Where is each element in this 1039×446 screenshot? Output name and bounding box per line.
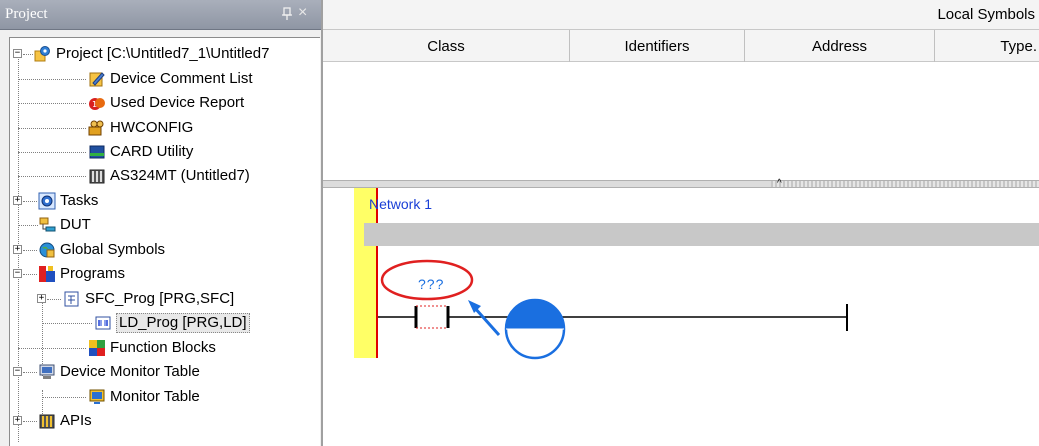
tree-connector <box>18 348 86 349</box>
contact-placeholder[interactable]: ??? <box>418 276 444 292</box>
tree-connector <box>23 250 37 251</box>
tree-item-label: SFC_Prog [PRG,SFC] <box>85 290 235 307</box>
svg-text:1: 1 <box>92 100 97 109</box>
tree-item-label: Monitor Table <box>110 388 200 405</box>
tree-item-label: Used Device Report <box>110 94 245 111</box>
collapse-device-monitor-button[interactable]: − <box>13 367 22 376</box>
local-symbols-title: Local Symbols <box>937 6 1035 23</box>
tree-connector <box>18 176 86 177</box>
tree-connector <box>18 128 86 129</box>
tree-connector <box>42 397 86 398</box>
tree-item-label: Device Comment List <box>110 70 253 87</box>
tree-item-device-monitor-table[interactable]: Device Monitor Table <box>38 360 200 384</box>
close-icon[interactable]: × <box>298 4 307 22</box>
tree-item-label: HWCONFIG <box>110 119 194 136</box>
ld-program-icon <box>95 316 111 330</box>
tree-item-tasks[interactable]: Tasks <box>38 189 98 213</box>
programs-icon <box>39 266 55 282</box>
plc-icon <box>89 169 105 184</box>
tree-connector <box>18 152 86 153</box>
function-blocks-icon <box>89 340 105 356</box>
tree-connector <box>18 103 86 104</box>
local-symbols-title-bar: Local Symbols <box>323 0 1039 30</box>
local-symbols-column-headers: Class Identifiers Address Type. <box>323 30 1039 62</box>
tree-item-project[interactable]: Project [C:\Untitled7_1\Untitled7 <box>34 42 269 66</box>
project-panel-title: Project <box>5 6 48 22</box>
mouse-left-click-icon <box>504 298 566 360</box>
tree-item-label: Global Symbols <box>60 241 166 258</box>
horizontal-scrollbar[interactable]: ^ <box>323 178 1039 189</box>
tree-item-label: DUT <box>60 216 91 233</box>
tree-item-label: Tasks <box>60 192 99 209</box>
column-header-identifiers[interactable]: Identifiers <box>570 30 745 62</box>
column-header-class[interactable]: Class <box>323 30 570 62</box>
tree-connector <box>18 225 38 226</box>
expand-tasks-button[interactable]: + <box>13 196 22 205</box>
collapse-project-button[interactable]: − <box>13 49 22 58</box>
device-report-icon: 1 <box>89 98 105 110</box>
tree-item-label: AS324MT (Untitled7) <box>110 167 250 184</box>
project-gear-icon <box>34 46 50 62</box>
scrollbar-thumb[interactable] <box>771 181 1039 187</box>
tree-item-as324mt[interactable]: AS324MT (Untitled7) <box>88 164 250 188</box>
tree-connector <box>47 299 61 300</box>
device-monitor-icon <box>39 364 55 379</box>
dut-icon <box>39 217 56 232</box>
tree-connector <box>23 201 37 202</box>
tree-connector <box>42 323 92 324</box>
pin-icon[interactable] <box>280 6 294 22</box>
tree-connector <box>18 79 86 80</box>
project-tree: − + + − + − + Project [C:\Untitled7_1\Un… <box>9 37 320 446</box>
project-panel: Project × − + + − + − + Project [C:\Unti… <box>0 0 321 446</box>
tree-item-ld-prog[interactable]: LD_Prog [PRG,LD] <box>94 311 250 335</box>
tree-item-function-blocks[interactable]: Function Blocks <box>88 336 216 360</box>
tree-item-label: LD_Prog [PRG,LD] <box>116 313 250 333</box>
tree-item-label: CARD Utility <box>110 143 194 160</box>
tree-item-dut[interactable]: DUT <box>38 213 91 237</box>
column-header-address[interactable]: Address <box>745 30 935 62</box>
column-header-type[interactable]: Type. <box>935 30 1039 62</box>
local-symbols-panel: Local Symbols Class Identifiers Address … <box>323 0 1039 180</box>
hwconfig-icon <box>88 120 104 136</box>
tree-item-label: Device Monitor Table <box>60 363 200 380</box>
apis-icon <box>39 414 55 429</box>
tree-item-monitor-table[interactable]: Monitor Table <box>88 385 200 409</box>
collapse-programs-button[interactable]: − <box>13 269 22 278</box>
tree-item-used-device-report[interactable]: 1 Used Device Report <box>88 91 244 115</box>
monitor-table-icon <box>89 389 105 404</box>
tree-connector <box>23 54 33 55</box>
tree-item-sfc-prog[interactable]: SFC_Prog [PRG,SFC] <box>63 287 234 311</box>
tree-item-card-utility[interactable]: CARD Utility <box>88 140 193 164</box>
comment-list-icon <box>89 72 105 87</box>
contact-element[interactable] <box>414 305 450 329</box>
expand-global-symbols-button[interactable]: + <box>13 245 22 254</box>
tree-item-global-symbols[interactable]: Global Symbols <box>38 238 165 262</box>
tasks-icon <box>38 192 56 210</box>
tree-item-label: Programs <box>60 265 126 282</box>
tree-item-label: Function Blocks <box>110 339 216 356</box>
ladder-rung-canvas <box>378 259 848 360</box>
tree-item-programs[interactable]: Programs <box>38 262 125 286</box>
tree-item-label: APIs <box>60 412 92 429</box>
card-utility-icon <box>89 145 105 159</box>
project-panel-header: Project × <box>0 0 321 30</box>
expand-sfc-prog-button[interactable]: + <box>37 294 46 303</box>
tree-item-device-comment-list[interactable]: Device Comment List <box>88 67 253 91</box>
expand-apis-button[interactable]: + <box>13 416 22 425</box>
global-symbols-icon <box>39 242 55 258</box>
tree-item-hwconfig[interactable]: HWCONFIG <box>88 116 193 140</box>
tree-connector <box>23 421 37 422</box>
ladder-editor: Network 1 ??? <box>323 188 1039 446</box>
tree-item-apis[interactable]: APIs <box>38 409 92 433</box>
sfc-program-icon <box>64 291 79 307</box>
tree-connector <box>23 372 37 373</box>
tree-item-label: Project [C:\Untitled7_1\Untitled7 <box>56 45 270 62</box>
tree-connector <box>23 274 37 275</box>
